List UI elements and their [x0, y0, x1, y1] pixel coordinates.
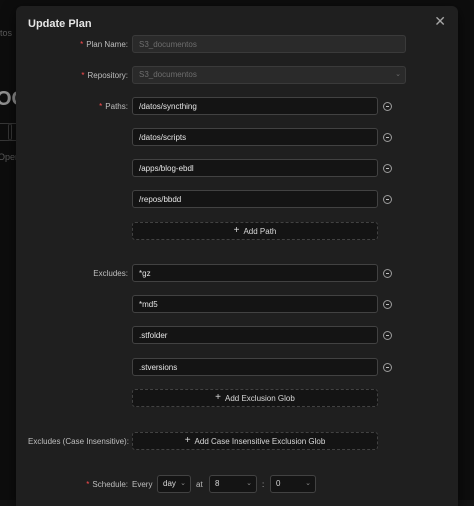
plus-icon: +	[233, 225, 240, 236]
schedule-every-text: Every	[132, 480, 153, 489]
schedule-hour-value: 8	[215, 479, 220, 488]
excludes-label: Excludes:	[93, 269, 128, 278]
remove-path-icon[interactable]	[383, 102, 392, 111]
path-input[interactable]	[132, 159, 378, 177]
schedule-minute-select[interactable]: 0 ⌄	[270, 475, 316, 493]
chevron-down-icon: ⌄	[180, 480, 186, 487]
paths-label-text: Paths	[105, 102, 126, 111]
chevron-down-icon: ⌄	[246, 480, 252, 487]
exclude-input[interactable]	[132, 295, 378, 313]
close-icon[interactable]: ✕	[434, 13, 446, 30]
add-exclusion-glob-button[interactable]: + Add Exclusion Glob	[132, 389, 378, 407]
plan-name-label-text: Plan Name	[86, 40, 126, 49]
schedule-unit-value: day	[163, 479, 176, 488]
iexcludes-label: Excludes (Case Insensitive):	[28, 437, 129, 446]
path-input[interactable]	[132, 190, 378, 208]
remove-exclude-icon[interactable]	[383, 363, 392, 372]
excludes-label-text: Excludes	[93, 269, 126, 278]
schedule-minute-value: 0	[276, 479, 281, 488]
add-path-button[interactable]: + Add Path	[132, 222, 378, 240]
required-marker: *	[81, 71, 85, 80]
exclude-input[interactable]	[132, 358, 378, 376]
required-marker: *	[80, 40, 84, 49]
plus-icon: +	[184, 435, 191, 446]
schedule-time-separator: :	[262, 480, 265, 489]
add-case-insensitive-exclusion-button[interactable]: + Add Case Insensitive Exclusion Glob	[132, 432, 378, 450]
repository-select: S3_documentos ⌄	[132, 66, 406, 84]
remove-exclude-icon[interactable]	[383, 300, 392, 309]
schedule-unit-select[interactable]: day ⌄	[157, 475, 191, 493]
plan-name-input	[132, 35, 406, 53]
chevron-down-icon: ⌄	[305, 480, 311, 487]
path-input[interactable]	[132, 97, 378, 115]
update-plan-modal: Update Plan ✕ *Plan Name: *Repository: S…	[16, 6, 458, 506]
repository-label: * Repository:	[81, 71, 128, 80]
required-marker: *	[99, 102, 103, 111]
exclude-input[interactable]	[132, 264, 378, 282]
add-path-label: Add Path	[243, 226, 277, 236]
remove-exclude-icon[interactable]	[383, 331, 392, 340]
repository-value: S3_documentos	[139, 70, 197, 79]
add-exclusion-label: Add Exclusion Glob	[225, 393, 295, 403]
remove-path-icon[interactable]	[383, 195, 392, 204]
exclude-input[interactable]	[132, 326, 378, 344]
add-iexclusion-label: Add Case Insensitive Exclusion Glob	[194, 436, 326, 446]
iexcludes-label-text: Excludes (Case Insensitive)	[28, 437, 127, 446]
repository-label-text: Repository	[87, 71, 126, 80]
modal-title: Update Plan	[28, 18, 92, 30]
schedule-label-text: Schedule	[92, 480, 126, 489]
schedule-hour-select[interactable]: 8 ⌄	[209, 475, 257, 493]
path-input[interactable]	[132, 128, 378, 146]
plan-name-label: * Plan Name:	[80, 40, 128, 49]
plus-icon: +	[215, 392, 221, 403]
remove-exclude-icon[interactable]	[383, 269, 392, 278]
remove-path-icon[interactable]	[383, 133, 392, 142]
schedule-label: * Schedule:	[86, 480, 128, 489]
chevron-down-icon: ⌄	[395, 71, 401, 78]
paths-label: * Paths:	[99, 102, 128, 111]
required-marker: *	[86, 480, 90, 489]
remove-path-icon[interactable]	[383, 164, 392, 173]
schedule-at-text: at	[196, 480, 203, 489]
